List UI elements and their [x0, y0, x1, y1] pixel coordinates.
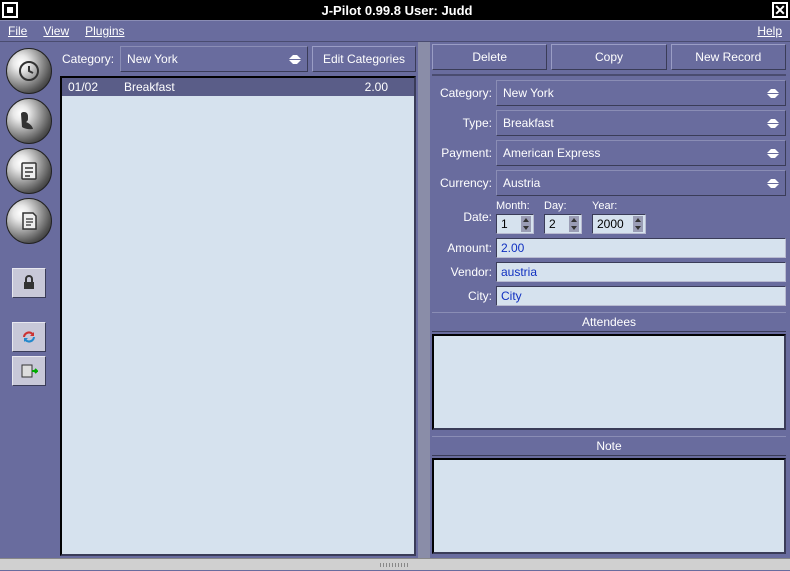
chevron-down-icon[interactable] [633, 224, 643, 232]
chevron-down-icon[interactable] [521, 224, 531, 232]
expense-list[interactable]: 01/02 Breakfast 2.00 [60, 76, 416, 556]
lock-icon[interactable] [12, 268, 46, 298]
menu-plugins[interactable]: Plugins [85, 24, 124, 38]
category-label: Category: [60, 52, 116, 66]
chevron-up-icon[interactable] [569, 216, 579, 224]
category-dropdown-value: New York [127, 52, 178, 66]
chevron-up-icon[interactable] [633, 216, 643, 224]
attendees-textarea[interactable] [432, 334, 786, 430]
year-spinner[interactable]: 2000 [592, 214, 646, 234]
chevron-updown-icon [767, 89, 779, 98]
attendees-header: Attendees [432, 312, 786, 332]
city-label: City: [432, 289, 492, 303]
form-currency-label: Currency: [432, 176, 492, 190]
chevron-updown-icon [289, 55, 301, 64]
address-icon[interactable] [6, 98, 52, 144]
year-label: Year: [592, 200, 646, 212]
form-payment-dropdown[interactable]: American Express [496, 140, 786, 166]
menu-view[interactable]: View [43, 24, 69, 38]
day-spinner[interactable]: 2 [544, 214, 582, 234]
note-textarea[interactable] [432, 458, 786, 554]
chevron-updown-icon [767, 119, 779, 128]
edit-categories-button[interactable]: Edit Categories [312, 46, 416, 72]
delete-button[interactable]: Delete [432, 44, 547, 70]
menubar: File View Plugins Help [0, 20, 790, 42]
city-input[interactable]: City [496, 286, 786, 306]
new-record-button[interactable]: New Record [671, 44, 786, 70]
amount-label: Amount: [432, 241, 492, 255]
window-menu-icon[interactable] [2, 2, 18, 18]
month-spinner[interactable]: 1 [496, 214, 534, 234]
right-panel: Delete Copy New Record Category: New Yor… [430, 42, 790, 558]
form-date-label: Date: [432, 210, 492, 224]
close-icon[interactable]: ✕ [772, 2, 788, 18]
row-amount: 2.00 [348, 80, 408, 94]
row-date: 01/02 [68, 80, 124, 94]
sync-icon[interactable] [12, 322, 46, 352]
left-panel: Category: New York Edit Categories 01/02… [58, 42, 418, 558]
list-row[interactable]: 01/02 Breakfast 2.00 [62, 78, 414, 96]
category-dropdown[interactable]: New York [120, 46, 308, 72]
month-label: Month: [496, 200, 534, 212]
vendor-label: Vendor: [432, 265, 492, 279]
form-currency-dropdown[interactable]: Austria [496, 170, 786, 196]
pane-divider[interactable] [418, 42, 430, 558]
form-category-dropdown[interactable]: New York [496, 80, 786, 106]
menu-help[interactable]: Help [757, 24, 782, 38]
form-type-label: Type: [432, 116, 492, 130]
chevron-up-icon[interactable] [521, 216, 531, 224]
form-payment-label: Payment: [432, 146, 492, 160]
note-header: Note [432, 436, 786, 456]
copy-button[interactable]: Copy [551, 44, 666, 70]
sidebar [0, 42, 58, 558]
todo-icon[interactable] [6, 148, 52, 194]
vendor-input[interactable]: austria [496, 262, 786, 282]
amount-input[interactable]: 2.00 [496, 238, 786, 258]
chevron-updown-icon [767, 179, 779, 188]
backup-icon[interactable] [12, 356, 46, 386]
day-label: Day: [544, 200, 582, 212]
datebook-icon[interactable] [6, 48, 52, 94]
window-title: J-Pilot 0.99.8 User: Judd [22, 3, 772, 18]
row-desc: Breakfast [124, 80, 348, 94]
titlebar: J-Pilot 0.99.8 User: Judd ✕ [0, 0, 790, 20]
chevron-down-icon[interactable] [569, 224, 579, 232]
chevron-updown-icon [767, 149, 779, 158]
form-type-dropdown[interactable]: Breakfast [496, 110, 786, 136]
form-category-label: Category: [432, 86, 492, 100]
memo-icon[interactable] [6, 198, 52, 244]
resize-grip[interactable] [0, 558, 790, 570]
menu-file[interactable]: File [8, 24, 27, 38]
